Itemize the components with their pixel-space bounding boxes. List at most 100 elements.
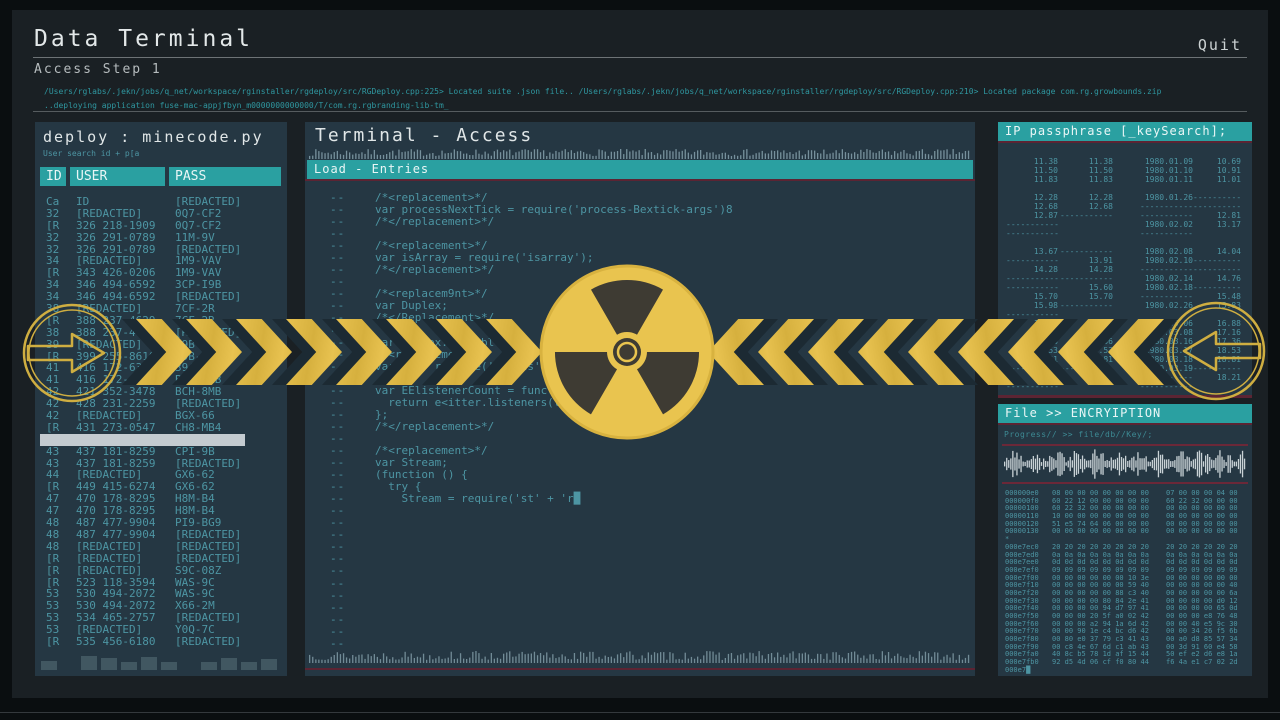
table-row[interactable]: [R 535 456-6180 [REDACTED]	[40, 636, 287, 648]
table-row[interactable]: [R [REDACTED] [REDACTED]	[40, 553, 287, 565]
cell-id: Ca	[40, 196, 66, 208]
code-line: --	[305, 614, 975, 626]
table-row[interactable]: 53 530 494-2072 WAS-9C	[40, 588, 287, 600]
table-row[interactable]: 47 470 178-8295 H8M-B4	[40, 505, 287, 517]
line-gutter: --	[330, 349, 358, 361]
cell-user: 346 494-6592	[70, 279, 165, 291]
line-gutter: --	[330, 578, 358, 590]
tick-ruler-top	[309, 148, 971, 159]
cell-id: 32	[40, 208, 66, 220]
ip-value: 13.17	[1193, 220, 1241, 229]
ip-value: -----------	[1006, 283, 1058, 292]
hex-bytes: f6 4a e1 c7 02 2d	[1166, 659, 1238, 667]
table-row[interactable]: 53 534 465-2757 [REDACTED]	[40, 612, 287, 624]
ip-row: ----------- 13.91 1980.02.10 -----------	[1006, 256, 1244, 265]
arrow-left-circle-icon	[1164, 299, 1268, 403]
cell-user: 470 178-8295	[70, 505, 165, 517]
ip-value	[1006, 184, 1058, 193]
cell-user: 431 273-0547	[70, 422, 165, 434]
table-row[interactable]: 34 346 494-6592 3CP-I9B	[40, 279, 287, 291]
table-row[interactable]: 43 437 181-8259 [REDACTED]	[40, 458, 287, 470]
cell-pass: PI9-BG9	[169, 517, 281, 529]
table-row[interactable]: 43 437 181-8259 CPI-9B	[40, 446, 287, 458]
table-row[interactable]: [R 449 415-6274 GX6-62	[40, 481, 287, 493]
table-row[interactable]: 53 530 494-2072 X66-2M	[40, 600, 287, 612]
ip-date: 1980.02.14	[1113, 274, 1193, 283]
ip-date: -----------	[1113, 211, 1193, 220]
cell-user: 535 456-6180	[70, 636, 165, 648]
ip-date: -----------	[1113, 202, 1193, 211]
activity-block	[141, 657, 157, 670]
code-line: --/*</replacement>*/	[305, 216, 975, 228]
ip-value: 16.87	[1058, 319, 1113, 328]
load-entries-bar[interactable]: Load - Entries	[307, 160, 973, 179]
ip-value: -----------	[1006, 310, 1058, 319]
cell-id: 53	[40, 624, 66, 636]
ip-row	[1006, 238, 1244, 247]
ip-value: -----------	[1006, 256, 1058, 265]
cell-user: 523 118-3594	[70, 577, 165, 589]
table-row[interactable]: 32 326 291-0789 [REDACTED]	[40, 244, 287, 256]
ip-date: 1980.01.09	[1113, 157, 1193, 166]
ip-row: 13.67 ----------- 1980.02.08 14.04	[1006, 247, 1244, 256]
ip-value: -----------	[1006, 274, 1058, 283]
cell-id: 43	[40, 446, 66, 458]
table-row[interactable]: [R 343 426-0206 1M9-VAV	[40, 267, 287, 279]
bottom-divider	[0, 712, 1280, 713]
table-row[interactable]: Ca ID [REDACTED]	[40, 196, 287, 208]
cell-user: 343 426-0206	[70, 267, 165, 279]
ip-value: 14.04	[1193, 247, 1241, 256]
cell-pass: [REDACTED]	[169, 612, 281, 624]
ip-value: 14.28	[1058, 265, 1113, 274]
ip-value: 14.28	[1006, 265, 1058, 274]
hex-dump: 000000e0 08 00 00 00 00 00 00 00 07 00 0…	[1005, 490, 1238, 675]
table-row[interactable]: 44 [REDACTED] GX6-62	[40, 469, 287, 481]
cell-id: 43	[40, 458, 66, 470]
table-row[interactable]: 48 487 477-9904 [REDACTED]	[40, 529, 287, 541]
table-row[interactable]: 32 326 291-0789 11M-9V	[40, 232, 287, 244]
ip-value: 14.76	[1193, 274, 1241, 283]
ip-value: 13.67	[1006, 247, 1058, 256]
ip-value: -----------	[1006, 220, 1058, 229]
cell-pass: 1M9-VAV	[169, 255, 281, 267]
code-line: --	[305, 638, 975, 650]
table-row[interactable]: [R 326 218-1909 0Q7-CF2	[40, 220, 287, 232]
table-row[interactable]: 48 487 477-9904 PI9-BG9	[40, 517, 287, 529]
table-row[interactable]: 47 470 178-8295 H8M-B4	[40, 493, 287, 505]
table-row[interactable]: 32 [REDACTED] 0Q7-CF2	[40, 208, 287, 220]
ip-value	[1058, 229, 1113, 238]
cell-user: [REDACTED]	[70, 541, 165, 553]
cell-pass: 3CP-I9B	[169, 279, 281, 291]
cell-pass: 1M9-VAV	[169, 267, 281, 279]
cell-pass: BCH-8MB	[169, 374, 281, 386]
table-row[interactable]: 42 [REDACTED] BGX-66	[40, 410, 287, 422]
divider	[305, 179, 975, 181]
quit-button[interactable]: Quit	[1198, 36, 1242, 54]
code-text: var Duplex.Readabl.St =	[375, 337, 527, 349]
ip-value: -----------	[1006, 364, 1058, 373]
ip-value	[1058, 220, 1113, 229]
table-row[interactable]: 53 [REDACTED] Y0Q-7C	[40, 624, 287, 636]
line-gutter: --	[330, 602, 358, 614]
hex-bytes: 00 00 00 00 00 00	[1166, 528, 1238, 536]
table-row[interactable]: [R 431 273-0547 CH8-MB4	[40, 422, 287, 434]
waveform-graphic	[1002, 446, 1248, 482]
cell-id: [R	[40, 565, 66, 577]
terminal-title: Terminal - Access	[315, 125, 965, 146]
table-row[interactable]: [R [REDACTED] S9C-08Z	[40, 565, 287, 577]
ip-row: ----------- 15.60 1980.02.18 -----------	[1006, 283, 1244, 292]
activity-block	[81, 656, 97, 670]
ip-date: 1980.01.11	[1113, 175, 1193, 184]
table-row[interactable]: [R 523 118-3594 WAS-9C	[40, 577, 287, 589]
ip-value: 18.53	[1058, 346, 1113, 355]
top-band	[0, 0, 1280, 10]
ip-value: 10.69	[1193, 157, 1241, 166]
ip-value: -----------	[1193, 202, 1241, 211]
ip-value: 12.81	[1193, 211, 1241, 220]
cell-pass: CH8-MB4	[169, 422, 281, 434]
table-row[interactable]	[40, 434, 287, 446]
table-row[interactable]: 34 [REDACTED] 1M9-VAV	[40, 255, 287, 267]
table-row[interactable]: 48 [REDACTED] [REDACTED]	[40, 541, 287, 553]
cell-user: 326 291-0789	[70, 232, 165, 244]
ip-value: 11.83	[1006, 175, 1058, 184]
